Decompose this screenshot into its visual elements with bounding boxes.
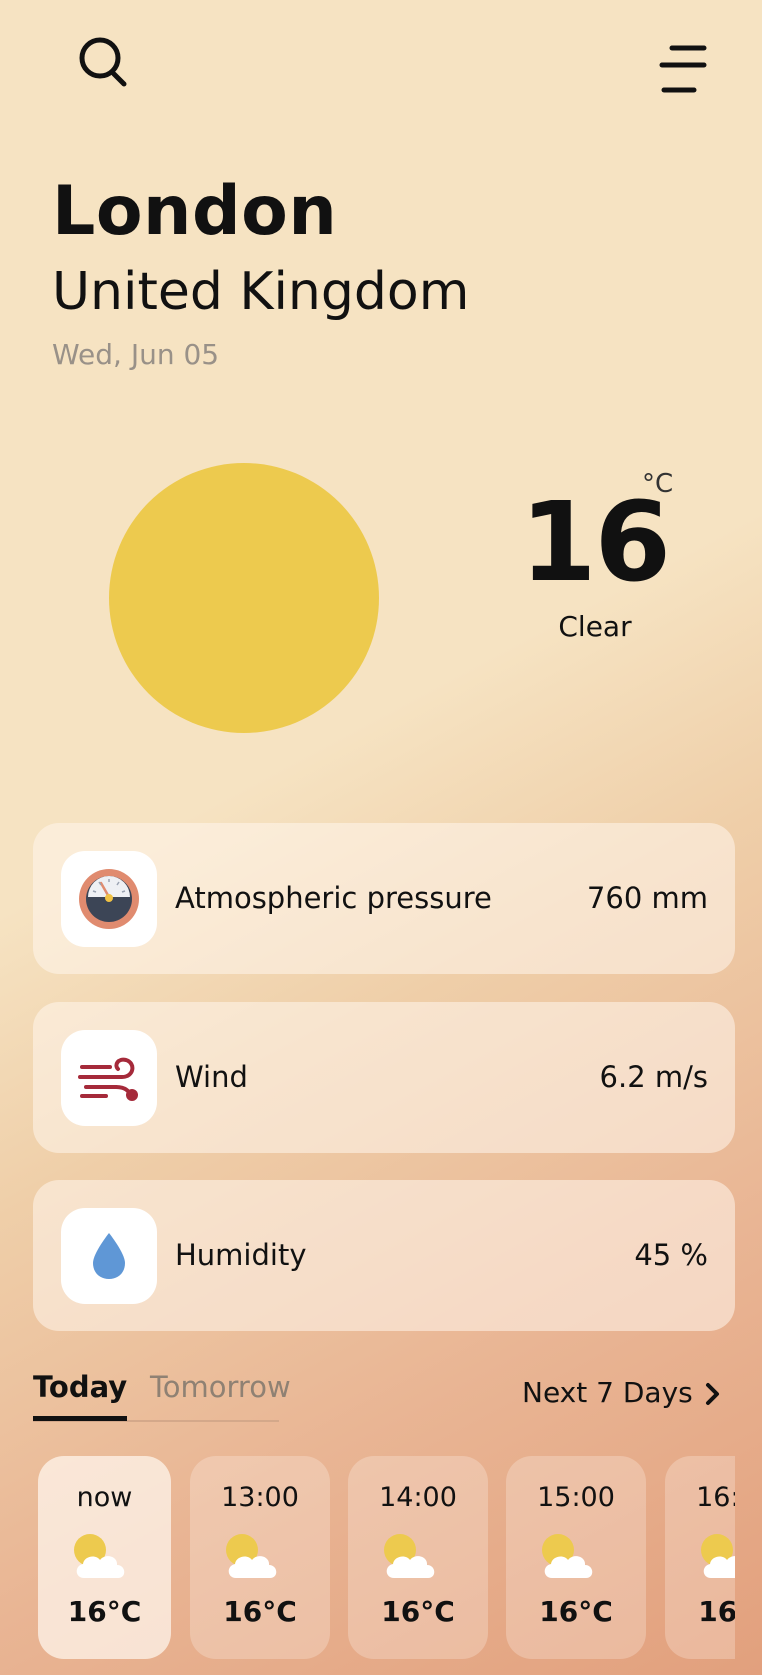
humidity-value: 45 % [634, 1238, 708, 1272]
hour-temp: 16°C [539, 1595, 613, 1628]
current-date: Wed, Jun 05 [52, 338, 220, 371]
hour-card[interactable]: 14:00 16°C [348, 1456, 488, 1659]
hour-time: 16:00 [696, 1482, 735, 1513]
chevron-right-icon [706, 1383, 719, 1405]
hourly-forecast[interactable]: now 16°C 13:00 16°C 14:00 16°C 15:00 16°… [33, 1456, 735, 1661]
temperature-unit: °C [642, 469, 674, 499]
pressure-gauge-icon [79, 869, 139, 929]
wind-icon-box [61, 1030, 157, 1126]
pressure-card: Atmospheric pressure 760 mm [33, 823, 735, 974]
country-name: United Kingdom [52, 262, 470, 322]
day-tabs: Today Tomorrow [33, 1366, 291, 1422]
top-bar [0, 0, 762, 120]
hour-time: 15:00 [537, 1482, 615, 1513]
wind-label: Wind [175, 1060, 248, 1094]
hour-time: 14:00 [379, 1482, 457, 1513]
tab-tomorrow[interactable]: Tomorrow [150, 1368, 291, 1406]
humidity-card: Humidity 45 % [33, 1180, 735, 1331]
hour-temp: 16°C [223, 1595, 297, 1628]
water-drop-icon [93, 1233, 125, 1279]
sun-icon [109, 463, 379, 733]
partly-cloudy-icon [72, 1532, 128, 1586]
hour-card-now[interactable]: now 16°C [38, 1456, 171, 1659]
next-7-days-button[interactable]: Next 7 Days [522, 1373, 732, 1415]
menu-button[interactable] [656, 40, 712, 96]
hour-temp: 16°C [381, 1595, 455, 1628]
hour-card[interactable]: 16:00 16°C [665, 1456, 735, 1659]
pressure-label: Atmospheric pressure [175, 881, 492, 915]
pressure-icon-box [61, 851, 157, 947]
hour-card[interactable]: 15:00 16°C [506, 1456, 646, 1659]
current-temperature: 16 [520, 478, 671, 606]
pressure-value: 760 mm [586, 881, 708, 915]
wind-icon [78, 1057, 138, 1101]
partly-cloudy-icon [540, 1532, 596, 1586]
hour-temp: 16°C [698, 1595, 735, 1628]
humidity-icon-box [61, 1208, 157, 1304]
city-name: London [52, 172, 338, 251]
next-7-days-label: Next 7 Days [522, 1376, 693, 1409]
wind-card: Wind 6.2 m/s [33, 1002, 735, 1153]
hour-temp: 16°C [67, 1595, 142, 1628]
hour-card[interactable]: 13:00 16°C [190, 1456, 330, 1659]
partly-cloudy-icon [382, 1532, 438, 1586]
humidity-label: Humidity [175, 1238, 307, 1272]
partly-cloudy-icon [699, 1532, 735, 1586]
tab-today[interactable]: Today [33, 1368, 128, 1421]
hour-time: 13:00 [221, 1482, 299, 1513]
weather-condition: Clear [558, 610, 632, 643]
wind-value: 6.2 m/s [599, 1060, 708, 1094]
menu-icon [659, 45, 707, 93]
search-button[interactable] [72, 34, 130, 92]
hour-time: now [76, 1482, 133, 1513]
partly-cloudy-icon [224, 1532, 280, 1586]
search-icon [79, 37, 127, 87]
